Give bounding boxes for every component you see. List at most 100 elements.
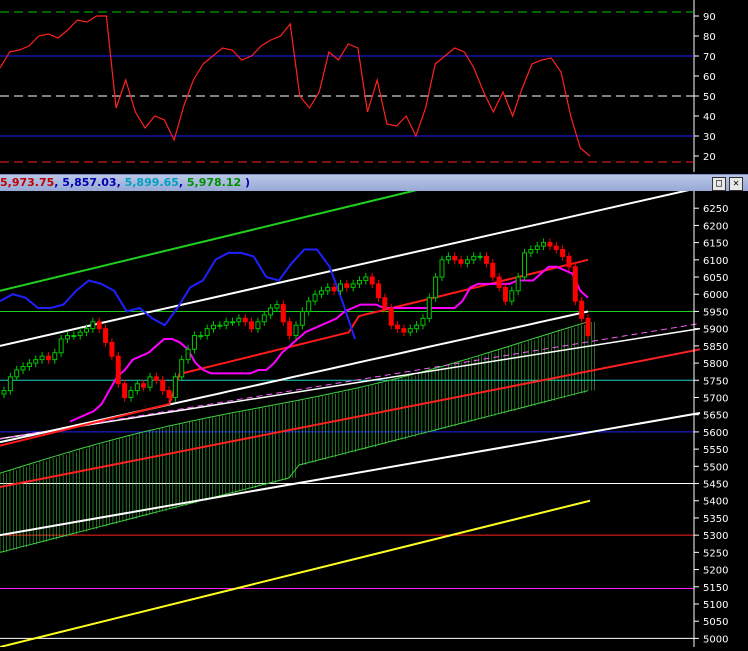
candle-body — [395, 324, 401, 330]
candle-body — [26, 362, 32, 368]
candle-body — [71, 335, 77, 338]
candle-body — [312, 293, 318, 302]
price-tick-label: 5500 — [703, 462, 728, 473]
candle-body — [236, 317, 242, 323]
price-tick-label: 5700 — [703, 393, 728, 404]
candle-body — [122, 383, 128, 398]
cloud-span-b — [0, 390, 589, 553]
price-tick-label: 6100 — [703, 256, 728, 267]
oscillator-tick-label: 70 — [703, 52, 716, 63]
price-tick-label: 6200 — [703, 221, 728, 232]
price-tick-label: 6050 — [703, 273, 728, 284]
trend-line-green — [0, 188, 421, 292]
oscillator-panel[interactable]: 20 30 40 50 60 70 80 90 — [0, 0, 748, 172]
candle-body — [33, 359, 39, 364]
price-tick-label: 5100 — [703, 600, 728, 611]
candle-body — [90, 321, 96, 330]
candle-body — [160, 379, 166, 392]
value-1: 5,973.75 — [0, 176, 55, 189]
candle-body — [382, 297, 388, 309]
price-tick-label: 6150 — [703, 239, 728, 250]
candle-body — [414, 324, 420, 330]
candle-body — [14, 369, 20, 378]
candle-body — [274, 304, 280, 309]
candle-body — [318, 290, 324, 295]
candle-body — [541, 242, 547, 247]
oscillator-tick-label: 30 — [703, 132, 716, 143]
cloud-span-a — [0, 321, 589, 474]
trend-line-yellow — [0, 499, 591, 648]
candle-body — [204, 328, 210, 337]
candle-body — [356, 279, 362, 285]
candle-body — [522, 252, 528, 278]
restore-button[interactable]: □ — [712, 177, 726, 191]
candle-body — [293, 324, 299, 337]
candle-body — [153, 376, 159, 381]
candle-body — [128, 390, 134, 398]
candle-body — [325, 286, 331, 292]
candle-body — [547, 242, 553, 247]
candle-body — [471, 255, 477, 261]
candle-body — [20, 366, 26, 371]
candle-body — [230, 321, 236, 324]
oscillator-chart: 20 30 40 50 60 70 80 90 — [0, 0, 716, 172]
candle-body — [420, 317, 426, 326]
candle-body — [39, 355, 45, 361]
price-panel[interactable]: 5000 5050 5100 5150 5200 5250 5300 5350 5400 5450… — [0, 186, 748, 648]
candle-body — [579, 300, 585, 319]
candle-body — [210, 324, 216, 330]
value-4: 5,978.12 — [186, 176, 242, 189]
candle-body — [147, 376, 153, 388]
candle-body — [84, 328, 90, 333]
candle-body — [490, 262, 496, 278]
value-3: 5,899.65 — [124, 176, 179, 189]
price-tick-label: 6250 — [703, 204, 728, 215]
oscillator-tick-label: 20 — [703, 152, 716, 163]
candle-body — [458, 259, 464, 264]
candle-body — [261, 314, 267, 323]
oscillator-tick-label: 80 — [703, 32, 716, 43]
candle-body — [337, 283, 343, 292]
price-tick-label: 5150 — [703, 583, 728, 594]
candle-body — [172, 376, 178, 398]
candle-body — [585, 317, 591, 337]
candle-body — [426, 297, 432, 319]
candle-body — [350, 283, 356, 288]
candle-body — [7, 376, 13, 392]
close-paren: ) — [241, 176, 251, 189]
candle-body — [103, 328, 109, 343]
price-tick-label: 5800 — [703, 359, 728, 370]
close-button[interactable]: ✕ — [729, 177, 743, 191]
price-panel-title-bar[interactable]: 5,973.75, 5,857.03, 5,899.65, 5,978.12 )… — [0, 174, 748, 192]
candle-body — [191, 335, 197, 350]
candle-body — [166, 390, 172, 398]
candle-body — [45, 355, 51, 361]
candle-body — [376, 283, 382, 299]
candle-body — [217, 324, 223, 327]
candle-body — [249, 321, 255, 330]
candle-body — [134, 383, 140, 392]
price-tick-label: 5550 — [703, 445, 728, 456]
candle-body — [268, 307, 274, 316]
separator-2: , — [116, 176, 125, 189]
candle-body — [198, 335, 204, 338]
candle-body — [280, 304, 286, 323]
candle-body — [452, 255, 458, 261]
oscillator-line — [0, 15, 591, 157]
oscillator-tick-label: 40 — [703, 112, 716, 123]
price-tick-label: 5850 — [703, 342, 728, 353]
price-tick-label: 5450 — [703, 480, 728, 491]
candle-body — [407, 328, 413, 333]
candle-body — [185, 348, 191, 361]
candle-body — [502, 286, 508, 302]
candle-body — [109, 341, 115, 357]
candle-body — [344, 283, 350, 288]
candle-body — [58, 338, 64, 354]
candle-body — [528, 249, 534, 254]
indicator-values-label: 5,973.75, 5,857.03, 5,899.65, 5,978.12 ) — [0, 176, 250, 189]
candle-body — [515, 276, 521, 292]
candle-body — [483, 255, 489, 264]
price-tick-label: 6000 — [703, 290, 728, 301]
price-tick-label: 5600 — [703, 428, 728, 439]
candle-body — [369, 276, 375, 285]
